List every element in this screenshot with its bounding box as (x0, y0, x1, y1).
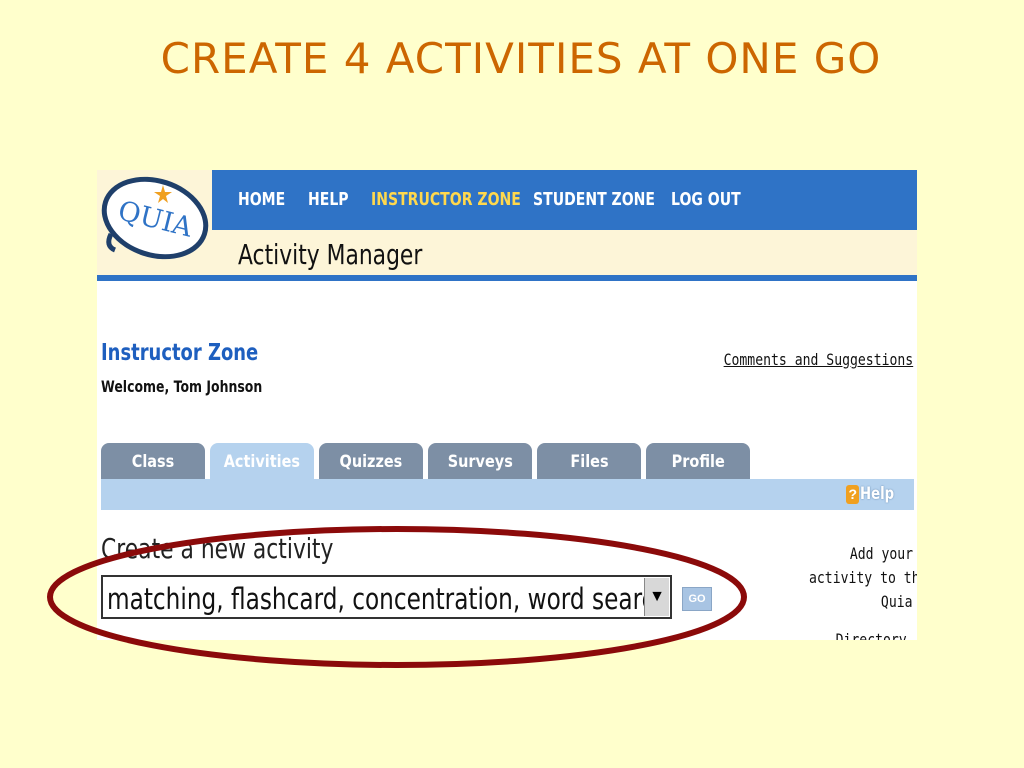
tab-surveys[interactable]: Surveys (428, 443, 532, 479)
directory-link[interactable]: Directory (836, 630, 907, 640)
add-link-line: Quia (881, 592, 913, 611)
welcome-text: Welcome, Tom Johnson (101, 377, 263, 396)
add-link-line: Add your (849, 544, 913, 563)
help-link[interactable]: ? Help (846, 484, 904, 504)
tab-label: Files (569, 452, 609, 472)
select-value: matching, flashcard, concentration, word… (107, 582, 670, 616)
tab-activities[interactable]: Activities (210, 443, 314, 479)
tab-label: Class (131, 452, 175, 472)
tab-profile[interactable]: Profile (646, 443, 750, 479)
sub-header-bar (97, 230, 917, 275)
question-icon: ? (846, 484, 860, 504)
tab-label: Quizzes (339, 452, 403, 472)
help-label: Help (860, 484, 895, 504)
nav-student-zone[interactable]: STUDENT ZONE (533, 189, 655, 210)
quia-logo-icon: QUIA (101, 176, 209, 260)
tab-label: Profile (671, 452, 725, 472)
slide-title: CREATE 4 ACTIVITIES AT ONE GO (160, 34, 882, 83)
dropdown-arrow-icon[interactable]: ▼ (644, 578, 669, 616)
nav-instructor-zone[interactable]: INSTRUCTOR ZONE (371, 189, 521, 210)
comments-link[interactable]: Comments and Suggestions (723, 350, 913, 369)
nav-help[interactable]: HELP (308, 189, 349, 210)
tab-strip: ? Help (101, 479, 914, 510)
nav-log-out[interactable]: LOG OUT (671, 189, 741, 210)
section-title: Activity Manager (238, 238, 423, 271)
activity-type-select[interactable]: matching, flashcard, concentration, word… (101, 575, 672, 619)
add-activity-link[interactable]: Add your activity to the Quia (783, 542, 917, 614)
header-divider (97, 275, 917, 281)
tab-class[interactable]: Class (101, 443, 205, 479)
add-link-line: activity to the (809, 568, 917, 587)
quia-screenshot: QUIA HOME HELP INSTRUCTOR ZONE STUDENT Z… (97, 170, 917, 640)
tab-label: Activities (223, 452, 301, 472)
tab-quizzes[interactable]: Quizzes (319, 443, 423, 479)
tab-files[interactable]: Files (537, 443, 641, 479)
zone-title: Instructor Zone (101, 340, 259, 366)
nav-home[interactable]: HOME (238, 189, 285, 210)
go-button[interactable]: GO (682, 587, 712, 611)
tab-label: Surveys (447, 452, 513, 472)
create-activity-label: Create a new activity (101, 532, 334, 565)
quia-logo[interactable]: QUIA (97, 170, 212, 273)
